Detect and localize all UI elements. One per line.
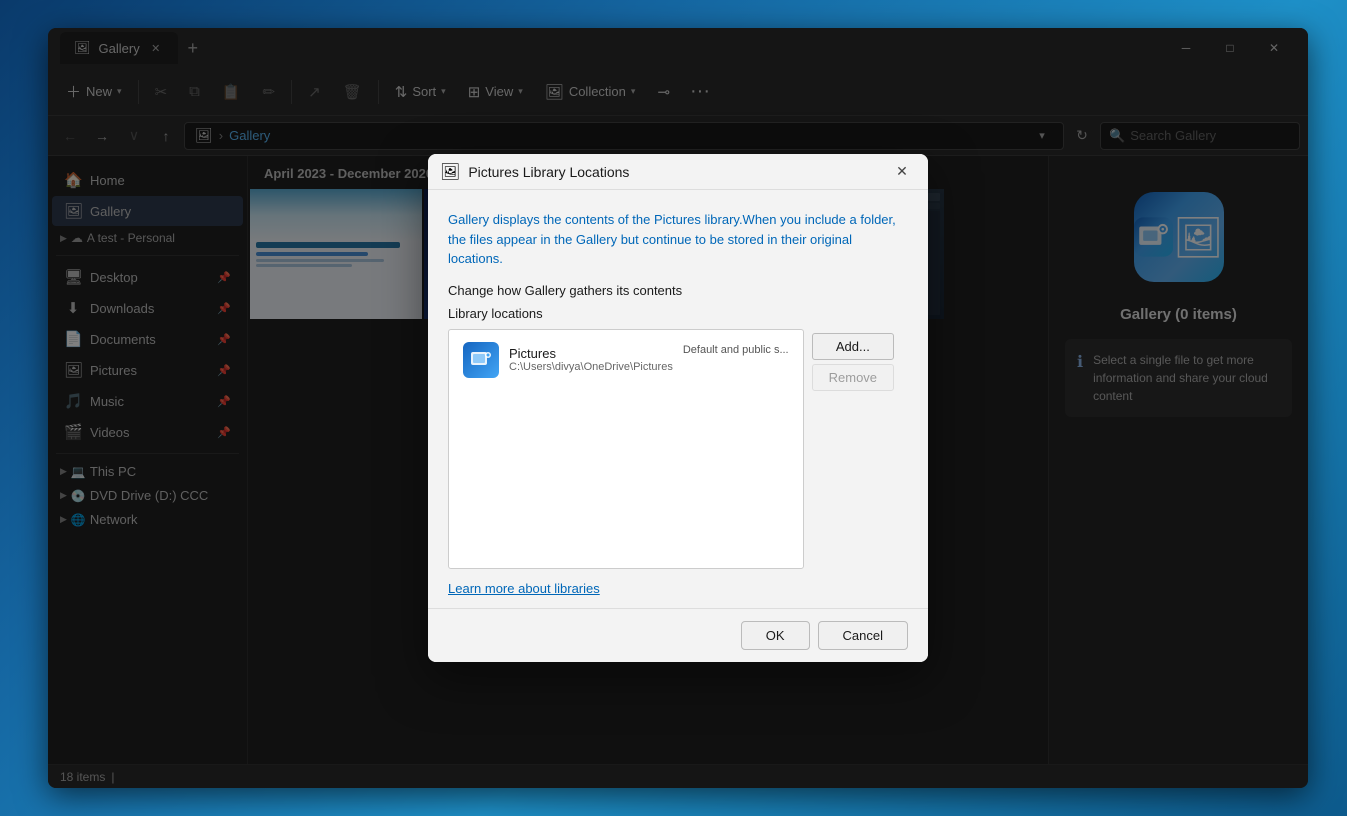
library-row: Pictures C:\Users\divya\OneDrive\Picture… — [448, 329, 908, 569]
modal-title-text: Pictures Library Locations — [468, 164, 888, 180]
modal-description: Gallery displays the contents of the Pic… — [448, 210, 908, 269]
modal-change-label: Change how Gallery gathers its contents — [448, 283, 908, 298]
main-window: 🖼 Gallery ✕ + ─ □ ✕ ＋ New ▾ ✂ ⧉ 📋 — [48, 28, 1308, 788]
library-pictures-icon — [463, 342, 499, 378]
modal-overlay: 🖼 Pictures Library Locations ✕ Gallery d… — [48, 28, 1308, 788]
modal-close-button[interactable]: ✕ — [888, 158, 916, 186]
modal-title-icon: 🖼 — [440, 162, 460, 182]
modal-footer: OK Cancel — [428, 608, 928, 662]
library-pictures-name: Pictures — [509, 346, 673, 361]
library-actions: Add... Remove — [812, 329, 894, 569]
modal-pictures-library: 🖼 Pictures Library Locations ✕ Gallery d… — [428, 154, 928, 662]
ok-button[interactable]: OK — [741, 621, 810, 650]
modal-titlebar: 🖼 Pictures Library Locations ✕ — [428, 154, 928, 190]
modal-body: Gallery displays the contents of the Pic… — [428, 190, 928, 608]
modal-locations-label: Library locations — [448, 306, 908, 321]
learn-more-link[interactable]: Learn more about libraries — [448, 581, 600, 596]
library-pictures-badge: Default and public s... — [683, 344, 789, 356]
library-list: Pictures C:\Users\divya\OneDrive\Picture… — [448, 329, 804, 569]
library-pictures-path: C:\Users\divya\OneDrive\Pictures — [509, 361, 673, 373]
cancel-button[interactable]: Cancel — [818, 621, 908, 650]
remove-button[interactable]: Remove — [812, 364, 894, 391]
add-button[interactable]: Add... — [812, 333, 894, 360]
library-item-pictures[interactable]: Pictures C:\Users\divya\OneDrive\Picture… — [453, 334, 799, 386]
library-pictures-info: Pictures C:\Users\divya\OneDrive\Picture… — [509, 346, 673, 373]
